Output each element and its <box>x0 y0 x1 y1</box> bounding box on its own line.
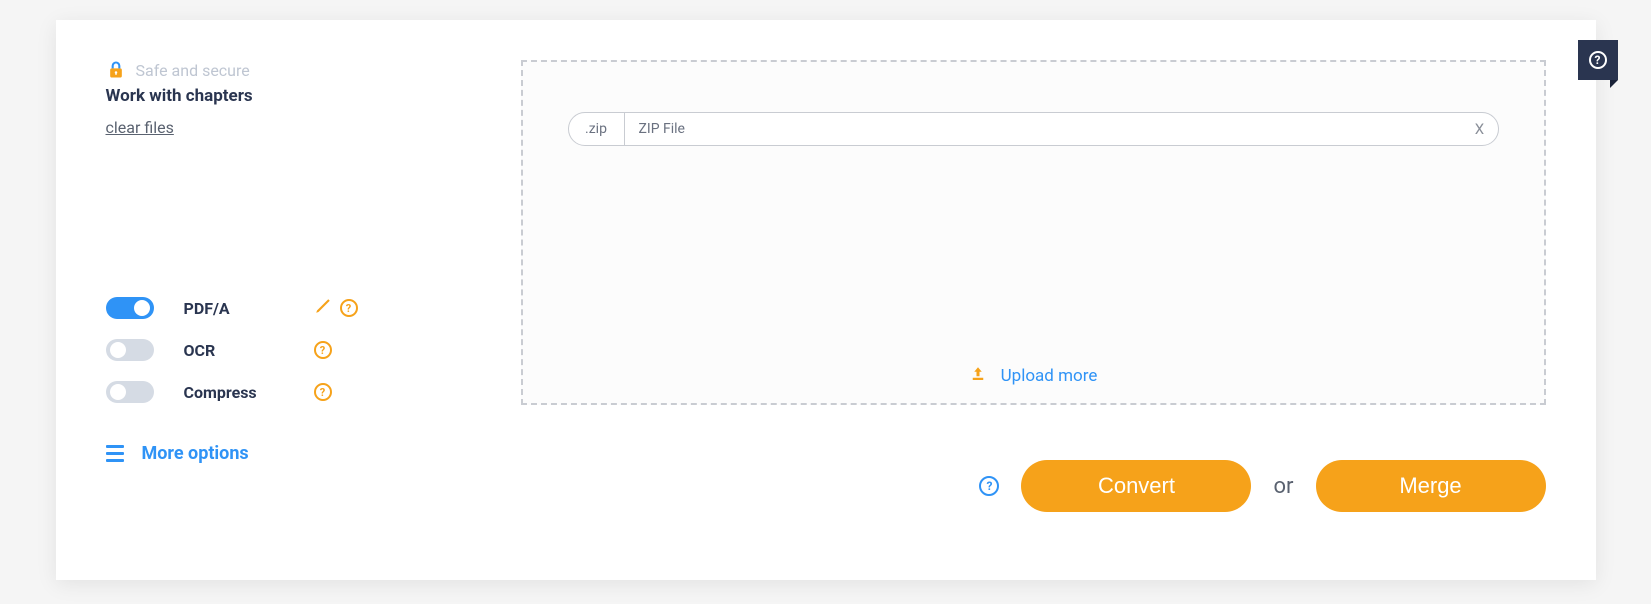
work-with-chapters-title: Work with chapters <box>106 86 521 106</box>
help-icon-pdfa[interactable]: ? <box>340 299 358 317</box>
file-remove-button[interactable]: X <box>1462 120 1498 138</box>
pencil-icon[interactable] <box>314 297 332 319</box>
drop-area[interactable]: .zip ZIP File X Upload more <box>521 60 1546 405</box>
toggle-row-pdfa: PDF/A ? <box>106 287 521 329</box>
lock-icon <box>106 60 126 80</box>
upload-more-label: Upload more <box>1001 366 1098 386</box>
upload-more-row[interactable]: Upload more <box>568 365 1499 393</box>
help-icon-ocr[interactable]: ? <box>314 341 332 359</box>
help-icon-compress[interactable]: ? <box>314 383 332 401</box>
main-card: ? Safe and secure Work with chapters cle… <box>56 20 1596 580</box>
right-column: .zip ZIP File X Upload more ? Convert or… <box>521 60 1546 550</box>
toggle-row-compress: Compress ? <box>106 371 521 413</box>
toggle-row-ocr: OCR ? <box>106 329 521 371</box>
safe-secure-label: Safe and secure <box>136 61 250 80</box>
toggle-pdfa-label: PDF/A <box>184 299 314 318</box>
toggle-pdfa[interactable] <box>106 297 154 319</box>
left-column: Safe and secure Work with chapters clear… <box>106 60 521 550</box>
file-pill: .zip ZIP File X <box>568 112 1499 146</box>
toggle-ocr[interactable] <box>106 339 154 361</box>
toggle-ocr-label: OCR <box>184 341 314 360</box>
upload-icon <box>969 365 987 387</box>
file-ext-label: .zip <box>569 121 624 137</box>
toggle-compress[interactable] <box>106 381 154 403</box>
convert-button[interactable]: Convert <box>1021 460 1251 512</box>
help-icon-actions[interactable]: ? <box>979 476 999 496</box>
safe-secure-row: Safe and secure <box>106 60 521 80</box>
toggle-compress-label: Compress <box>184 383 314 402</box>
hamburger-icon <box>106 445 124 462</box>
action-row: ? Convert or Merge <box>521 460 1546 512</box>
or-label: or <box>1273 474 1293 499</box>
help-tab[interactable]: ? <box>1578 40 1618 80</box>
clear-files-link[interactable]: clear files <box>106 118 521 137</box>
more-options-button[interactable]: More options <box>106 443 521 464</box>
more-options-label: More options <box>142 443 249 464</box>
file-name-label: ZIP File <box>625 121 1462 137</box>
help-icon: ? <box>1589 51 1607 69</box>
merge-button[interactable]: Merge <box>1316 460 1546 512</box>
